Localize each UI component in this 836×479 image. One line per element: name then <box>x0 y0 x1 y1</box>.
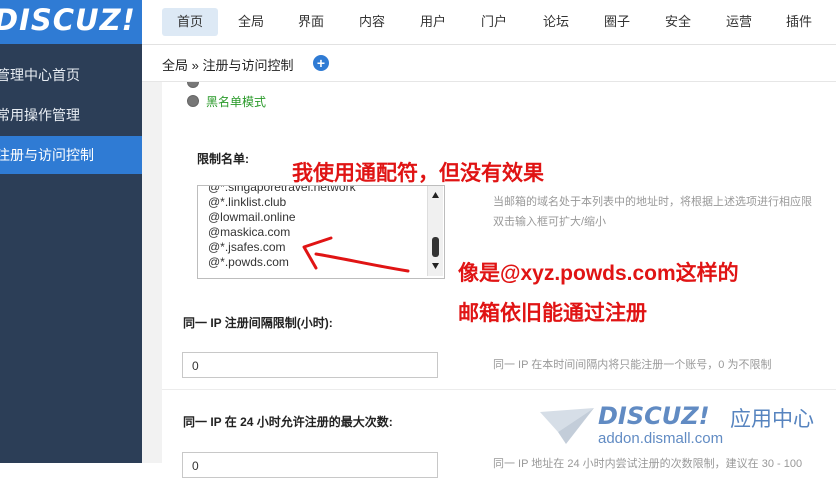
nav-home[interactable]: 首页 <box>162 8 218 36</box>
ip-24h-label: 同一 IP 在 24 小时允许注册的最大次数: <box>183 415 393 429</box>
nav-portal[interactable]: 门户 <box>467 8 521 36</box>
scroll-thumb <box>432 237 439 257</box>
nav-operations[interactable]: 运营 <box>712 8 766 36</box>
restrict-list-hint: 当邮箱的域名处于本列表中的地址时，将根据上述选项进行相应限 <box>493 196 812 208</box>
scroll-up-icon <box>432 192 439 198</box>
sidebar-item-common-ops[interactable]: 常用操作管理 <box>0 96 142 134</box>
logo-text: DISCUZ! <box>0 3 136 37</box>
sidebar-item-admin-home[interactable]: 管理中心首页 <box>0 56 142 94</box>
watermark-url: addon.dismall.com <box>598 430 724 447</box>
watermark-cn: 应用中心 <box>730 408 814 431</box>
sidebar: 管理中心首页 常用操作管理 注册与访问控制 <box>0 44 142 463</box>
app-logo[interactable]: DISCUZ! <box>0 0 142 44</box>
annotation-arrow-icon <box>302 236 410 273</box>
sidebar-item-register-access[interactable]: 注册与访问控制 <box>0 136 142 174</box>
radio-blacklist-mode[interactable] <box>187 95 199 107</box>
nav-forum[interactable]: 论坛 <box>529 8 583 36</box>
annotation-text-1: 我使用通配符，但没有效果 <box>292 162 544 185</box>
breadcrumb-text: 全局 » 注册与访问控制 <box>162 58 294 73</box>
top-nav: 首页 全局 界面 内容 用户 门户 论坛 圈子 安全 运营 插件 <box>142 0 836 45</box>
ip-24h-hint: 同一 IP 地址在 24 小时内尝试注册的次数限制，建议在 30 - 100 <box>493 458 803 470</box>
sidebar-item-label: 管理中心首页 <box>0 67 80 83</box>
nav-users[interactable]: 用户 <box>406 8 460 36</box>
nav-global[interactable]: 全局 <box>224 8 278 36</box>
sidebar-item-label: 注册与访问控制 <box>0 147 94 163</box>
breadcrumb: 全局 » 注册与访问控制 + <box>142 45 836 82</box>
restrict-line: @lowmail.online <box>208 210 296 224</box>
blacklist-mode-label: 黑名单模式 <box>206 95 267 109</box>
textarea-scrollbar[interactable] <box>427 186 443 276</box>
nav-plugins[interactable]: 插件 <box>772 8 826 36</box>
ip-interval-label: 同一 IP 注册间隔限制(小时): <box>183 316 333 330</box>
watermark: DISCUZ! 应用中心 addon.dismall.com <box>534 400 824 456</box>
add-shortcut-icon[interactable]: + <box>313 55 329 71</box>
restrict-line: @*.linklist.club <box>208 195 287 209</box>
annotation-text-3: 邮箱依旧能通过注册 <box>458 302 647 325</box>
annotation-text-2: 像是@xyz.powds.com这样的 <box>458 262 739 285</box>
ip-interval-hint: 同一 IP 在本时间间隔内将只能注册一个账号，0 为不限制 <box>493 359 772 371</box>
restrict-list-label: 限制名单: <box>197 152 249 166</box>
nav-interface[interactable]: 界面 <box>284 8 338 36</box>
scroll-down-icon <box>432 263 439 269</box>
sidebar-item-label: 常用操作管理 <box>0 107 80 123</box>
paper-plane-icon <box>540 408 594 444</box>
row-divider <box>162 389 836 390</box>
ip-interval-input[interactable]: 0 <box>182 352 438 378</box>
nav-content[interactable]: 内容 <box>345 8 399 36</box>
watermark-brand: DISCUZ! <box>598 402 710 430</box>
ip-24h-input[interactable]: 0 <box>182 452 438 478</box>
nav-security[interactable]: 安全 <box>651 8 705 36</box>
nav-group[interactable]: 圈子 <box>590 8 644 36</box>
restrict-list-hint-resize: 双击输入框可扩大/缩小 <box>493 216 607 228</box>
scrollbar-graphic <box>432 192 439 269</box>
